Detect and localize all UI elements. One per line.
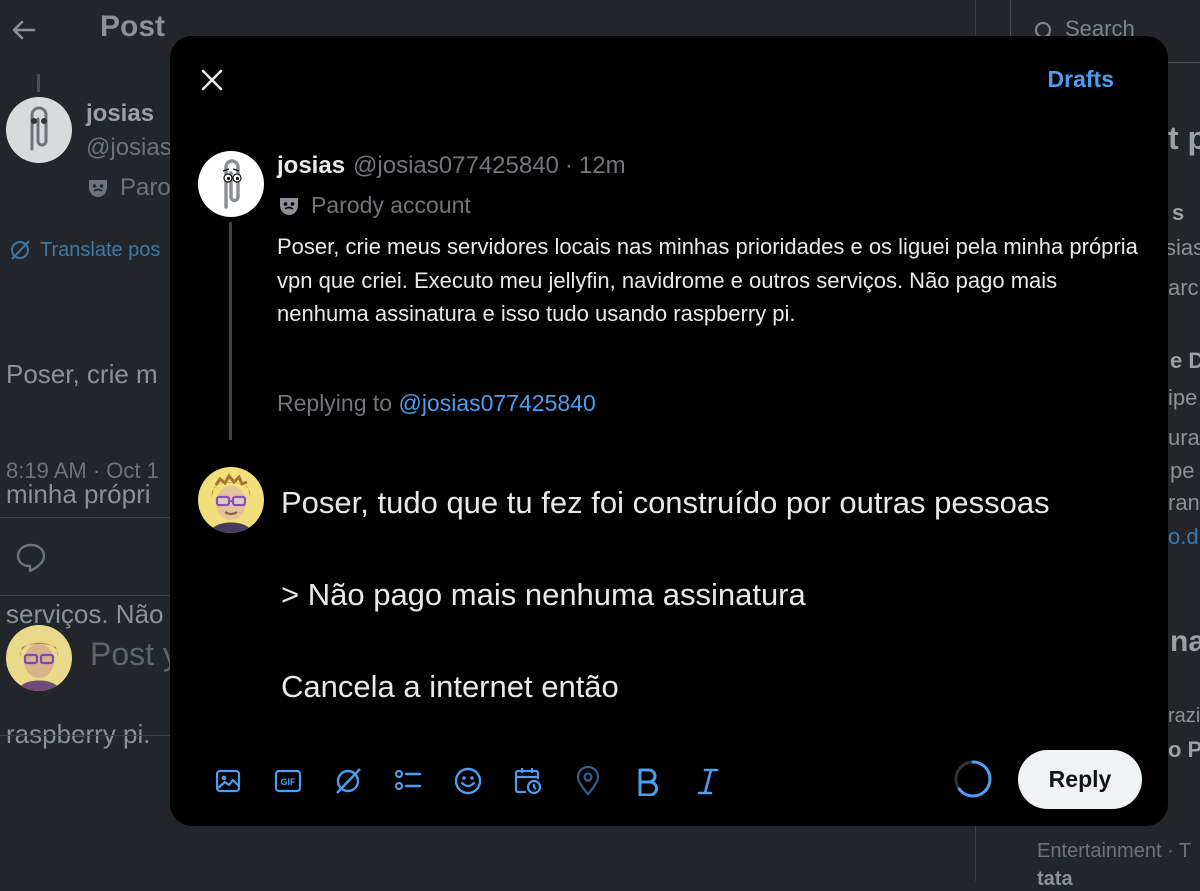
replying-to: Replying to @josias077425840 (277, 390, 596, 417)
original-post-name[interactable]: josias (277, 152, 345, 180)
bold-button[interactable] (618, 761, 678, 801)
grok-icon (336, 768, 361, 794)
italic-icon (697, 768, 719, 795)
reply-line: > Não pago mais nenhuma assinatura (281, 577, 806, 612)
avatar[interactable] (6, 97, 72, 163)
comment-icon (16, 543, 46, 573)
grok-button[interactable] (318, 761, 378, 801)
reply-modal: Drafts josias @josias077425840 · 12m Par… (170, 36, 1168, 826)
replying-prefix: Replying to (277, 390, 399, 416)
reply-action[interactable] (14, 540, 48, 579)
add-emoji-button[interactable] (438, 761, 498, 801)
parody-mask-icon (89, 180, 107, 197)
sidebar-fragment: razi (1168, 705, 1200, 727)
close-icon (201, 69, 223, 91)
reply-line: Cancela a internet então (281, 669, 619, 704)
sidebar-fragment: o P (1168, 737, 1200, 762)
memoji-avatar-icon (210, 473, 252, 533)
trend-title[interactable]: tata (1037, 868, 1073, 891)
sidebar-fragment: arc (1168, 275, 1199, 300)
character-count-ring (954, 760, 992, 798)
original-post-avatar[interactable] (198, 151, 264, 217)
current-user-avatar[interactable] (6, 625, 72, 691)
original-post-handle[interactable]: @josias077425840 (353, 152, 559, 180)
thread-line (229, 222, 232, 440)
translate-label: Translate pos (40, 238, 161, 261)
schedule-icon (514, 768, 542, 795)
sidebar-fragment: sias (1165, 235, 1200, 260)
italic-button[interactable] (678, 761, 738, 801)
composer-toolbar: GIF (198, 761, 738, 801)
original-post-text: Poser, crie meus servidores locais nas m… (277, 234, 1138, 326)
add-media-button[interactable] (198, 761, 258, 801)
translate-link[interactable]: Translate pos (8, 238, 160, 262)
sidebar-fragment: t p (1168, 120, 1200, 156)
separator-dot: · (564, 152, 573, 179)
parody-badge: Parody account (277, 192, 471, 219)
replying-handle-link[interactable]: @josias077425840 (398, 390, 595, 416)
sidebar-fragment: ura (1168, 425, 1200, 450)
schedule-button[interactable] (498, 761, 558, 801)
memoji-avatar-icon (18, 642, 60, 691)
sidebar-fragment: s (1172, 200, 1185, 225)
image-icon (215, 769, 241, 793)
reply-textarea[interactable]: Poser, tudo que tu fez foi construído po… (281, 480, 1151, 710)
arrow-left-icon (12, 20, 36, 40)
parody-mask-icon (280, 197, 298, 215)
original-post-header: josias @josias077425840 · 12m (277, 152, 626, 180)
grok-icon (11, 240, 30, 260)
paperclip-avatar-icon (222, 159, 242, 209)
composer-placeholder[interactable]: Post y (90, 636, 179, 673)
drafts-button[interactable]: Drafts (1048, 66, 1114, 93)
reply-button[interactable]: Reply (1018, 750, 1142, 809)
author-handle[interactable]: @josias (86, 134, 172, 162)
page-title: Post (100, 10, 166, 43)
post-timestamp[interactable]: 8:19 AM · Oct 1 (6, 458, 159, 484)
emoji-icon (454, 767, 482, 795)
back-button[interactable] (8, 14, 40, 46)
gif-icon: GIF (274, 769, 302, 793)
original-post-time[interactable]: 12m (579, 152, 626, 180)
svg-text:GIF: GIF (281, 777, 297, 787)
post-text-line: raspberry pi. (6, 719, 151, 749)
reply-line: Poser, tudo que tu fez foi construído po… (281, 485, 1050, 520)
parody-label: Parody account (311, 192, 471, 218)
location-icon (576, 766, 600, 796)
close-button[interactable] (192, 60, 232, 100)
author-name[interactable]: josias (86, 100, 154, 128)
trend-category[interactable]: Entertainment · T (1037, 840, 1191, 863)
sidebar-fragment: ran (1168, 490, 1200, 515)
add-gif-button[interactable]: GIF (258, 761, 318, 801)
sidebar-fragment: e D (1170, 348, 1200, 373)
add-location-button[interactable] (558, 761, 618, 801)
thread-line (37, 74, 40, 92)
sidebar-fragment[interactable]: o.d (1168, 524, 1199, 550)
current-user-avatar[interactable] (198, 467, 264, 533)
post-text-line: Poser, crie m (6, 359, 158, 389)
paperclip-avatar-icon (30, 106, 48, 151)
poll-icon (394, 769, 422, 791)
sidebar-fragment: pe (1170, 458, 1195, 483)
sidebar-fragment: na (1170, 625, 1200, 658)
bold-icon (638, 768, 658, 796)
add-poll-button[interactable] (378, 761, 438, 801)
sidebar-fragment: ipe (1168, 385, 1198, 410)
